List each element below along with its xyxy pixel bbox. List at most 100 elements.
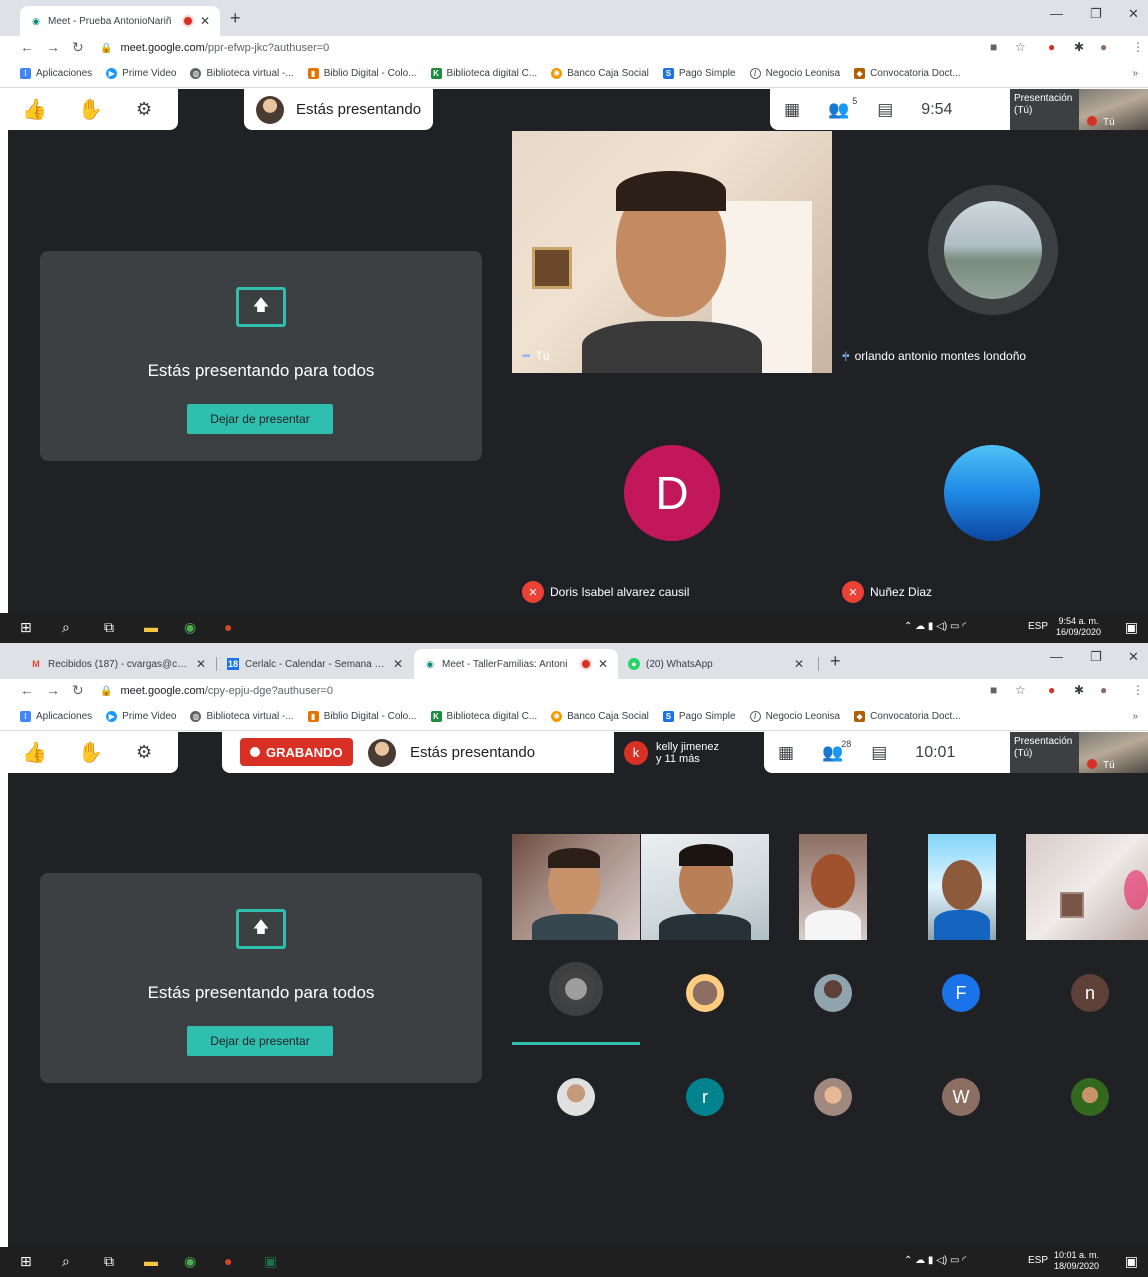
self-presentation-thumb[interactable]: Presentación (Tú) Tú (1010, 89, 1148, 130)
close-tab-icon[interactable]: ✕ (393, 657, 403, 671)
tab-meet-taller[interactable]: ◉ Meet - TallerFamilias: Antoni ✕ (414, 649, 618, 679)
bookmark-biblio-digital[interactable]: ▮ Biblio Digital - Colo... (307, 68, 417, 79)
video-tile-doris[interactable]: D ✕ Doris Isabel alvarez causil (512, 373, 832, 613)
bookmark-prime-video[interactable]: ▶ Prime Video (106, 68, 176, 79)
minimize-button[interactable]: — (1050, 649, 1063, 664)
minimize-button[interactable]: — (1050, 6, 1063, 21)
file-explorer-icon[interactable]: ▬ (144, 619, 158, 635)
extension-icon[interactable]: ● (1048, 683, 1055, 697)
video-tile-participant-4[interactable] (928, 834, 996, 940)
notification-center-icon[interactable]: ▣ (1125, 619, 1138, 636)
tray-icons[interactable]: ⌃ ☁ ▮ ◁) ▭ ◜ (904, 621, 966, 632)
reload-icon[interactable]: ↻ (72, 39, 84, 56)
chrome-icon[interactable]: ◉ (184, 619, 196, 636)
avatar[interactable] (557, 1078, 595, 1116)
thumbs-up-icon[interactable]: 👍 (22, 97, 47, 122)
system-clock[interactable]: 9:54 a. m. 16/09/2020 (1056, 616, 1101, 638)
powerpoint-icon[interactable]: ● (224, 619, 232, 635)
new-tab-button[interactable]: + (230, 8, 241, 29)
avatar-n[interactable]: n (1071, 974, 1109, 1012)
address-bar[interactable]: 🔒 meet.google.com/cpy-epju-dge?authuser=… (100, 680, 1000, 702)
settings-gear-icon[interactable]: ⚙ (136, 99, 152, 120)
bookmark-banco-caja-social[interactable]: ✺ Banco Caja Social (551, 711, 649, 722)
menu-kebab-icon[interactable]: ⋮ (1132, 40, 1144, 54)
stop-presenting-button[interactable]: Dejar de presentar (187, 1026, 333, 1056)
bookmark-pago-simple[interactable]: S Pago Simple (662, 68, 736, 79)
bookmark-biblio-digital[interactable]: ▮ Biblio Digital - Colo... (307, 711, 417, 722)
raise-hand-icon[interactable]: ✋ (78, 97, 103, 122)
powerpoint-icon[interactable]: ● (224, 1253, 232, 1269)
forward-arrow-icon[interactable]: → (46, 682, 60, 698)
back-arrow-icon[interactable]: ← (20, 682, 34, 698)
close-window-button[interactable]: ✕ (1128, 649, 1139, 665)
excel-icon[interactable]: ▣ (264, 1253, 277, 1270)
new-tab-button[interactable]: + (830, 651, 841, 672)
address-bar[interactable]: 🔒 meet.google.com/ppr-efwp-jkc?authuser=… (100, 37, 1000, 59)
more-bookmarks-icon[interactable]: » (1132, 711, 1138, 722)
camera-icon[interactable]: ■ (990, 683, 997, 697)
task-view-icon[interactable]: ⧉ (104, 619, 114, 636)
star-icon[interactable]: ☆ (1015, 40, 1026, 54)
bookmark-biblioteca-digital-c[interactable]: K Biblioteca digital C... (430, 711, 537, 722)
close-tab-icon[interactable]: ✕ (196, 657, 206, 671)
bookmark-pago-simple[interactable]: S Pago Simple (662, 711, 736, 722)
close-tab-icon[interactable]: ✕ (794, 657, 804, 671)
close-window-button[interactable]: ✕ (1128, 6, 1139, 22)
more-bookmarks-icon[interactable]: » (1132, 68, 1138, 79)
layout-grid-icon[interactable]: ▦ (778, 743, 794, 763)
forward-arrow-icon[interactable]: → (46, 39, 60, 55)
video-tile-participant-5[interactable] (1026, 834, 1148, 940)
video-tile-orlando[interactable]: •|• orlando antonio montes londoño (832, 131, 1148, 373)
tab-gmail[interactable]: M Recibidos (187) - cvargas@cerlal ✕ (20, 649, 216, 679)
notification-center-icon[interactable]: ▣ (1125, 1253, 1138, 1270)
video-tile-nunez[interactable]: ✕ Nuñez Diaz (832, 373, 1148, 613)
video-tile-self[interactable]: ••• Tú (512, 131, 832, 373)
bookmark-aplicaciones[interactable]: ⁞ Aplicaciones (20, 711, 92, 722)
video-tile-participant-3[interactable] (799, 834, 867, 940)
menu-kebab-icon[interactable]: ⋮ (1132, 683, 1144, 697)
search-icon[interactable]: ⌕ (62, 1253, 70, 1270)
raise-hand-icon[interactable]: ✋ (78, 740, 103, 765)
star-icon[interactable]: ☆ (1015, 683, 1026, 697)
system-clock[interactable]: 10:01 a. m. 18/09/2020 (1054, 1250, 1099, 1272)
chat-icon[interactable]: ▤ (871, 743, 887, 763)
bookmark-negocio-leonisa[interactable]: / Negocio Leonisa (749, 711, 840, 722)
chrome-icon[interactable]: ◉ (184, 1253, 196, 1270)
restore-button[interactable]: ❐ (1090, 649, 1102, 665)
puzzle-icon[interactable]: ✱ (1074, 40, 1084, 54)
bookmark-biblioteca-virtual[interactable]: ◍ Biblioteca virtual -... (190, 711, 294, 722)
close-tab-icon[interactable]: ✕ (598, 657, 608, 671)
avatar[interactable] (686, 974, 724, 1012)
video-tile-ivan-hoyos[interactable]: •|•IVAN HOYOS (512, 940, 640, 1046)
stop-presenting-button[interactable]: Dejar de presentar (187, 404, 333, 434)
bookmark-convocatoria[interactable]: ◆ Convocatoria Doct... (854, 68, 961, 79)
close-tab-icon[interactable]: ✕ (200, 14, 210, 28)
chat-icon[interactable]: ▤ (877, 100, 893, 120)
avatar-w[interactable]: W (942, 1078, 980, 1116)
camera-icon[interactable]: ■ (990, 40, 997, 54)
settings-gear-icon[interactable]: ⚙ (136, 742, 152, 763)
tab-meet-prueba[interactable]: ◉ Meet - Prueba AntonioNariñ ✕ (20, 6, 220, 36)
tab-whatsapp[interactable]: ● (20) WhatsApp ✕ (618, 649, 814, 679)
search-icon[interactable]: ⌕ (62, 619, 70, 636)
windows-start-icon[interactable]: ⊞ (20, 619, 32, 636)
restore-button[interactable]: ❐ (1090, 6, 1102, 22)
bookmark-biblioteca-digital-c[interactable]: K Biblioteca digital C... (430, 68, 537, 79)
bookmark-banco-caja-social[interactable]: ✺ Banco Caja Social (551, 68, 649, 79)
video-tile-participant-2[interactable] (641, 834, 769, 940)
profile-avatar[interactable]: ● (1100, 683, 1107, 697)
task-view-icon[interactable]: ⧉ (104, 1253, 114, 1270)
extension-icon[interactable]: ● (1048, 40, 1055, 54)
joined-notification[interactable]: k kelly jimenez y 11 más (614, 732, 764, 773)
windows-start-icon[interactable]: ⊞ (20, 1253, 32, 1270)
avatar[interactable] (814, 974, 852, 1012)
avatar-r[interactable]: r (686, 1078, 724, 1116)
bookmark-biblioteca-virtual[interactable]: ◍ Biblioteca virtual -... (190, 68, 294, 79)
avatar-f[interactable]: F (942, 974, 980, 1012)
file-explorer-icon[interactable]: ▬ (144, 1253, 158, 1269)
bookmark-aplicaciones[interactable]: ⁞ Aplicaciones (20, 68, 92, 79)
self-presentation-thumb[interactable]: Presentación (Tú) Tú (1010, 732, 1148, 773)
participants-icon[interactable]: 👥 5 (828, 96, 857, 120)
language-indicator[interactable]: ESP (1028, 1255, 1048, 1266)
participants-icon[interactable]: 👥 28 (822, 739, 851, 763)
